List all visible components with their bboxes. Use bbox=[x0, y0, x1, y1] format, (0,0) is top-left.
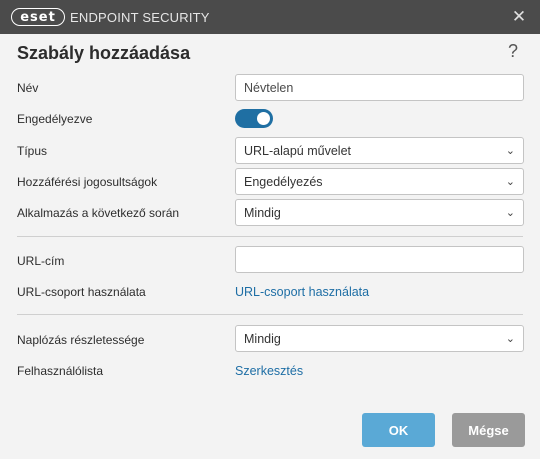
divider bbox=[17, 236, 523, 237]
enabled-toggle[interactable] bbox=[235, 109, 273, 128]
url-group-label: URL-csoport használata bbox=[17, 285, 146, 299]
close-icon[interactable]: ✕ bbox=[508, 6, 530, 28]
eset-logo: eset bbox=[11, 8, 65, 26]
dialog-title: Szabály hozzáadása bbox=[17, 43, 191, 63]
chevron-down-icon: ⌄ bbox=[505, 176, 515, 188]
product-name: ENDPOINT SECURITY bbox=[70, 10, 210, 25]
url-group-link[interactable]: URL-csoport használata bbox=[235, 285, 369, 299]
access-select[interactable]: Engedélyezés ⌄ bbox=[235, 168, 524, 195]
toggle-knob bbox=[257, 112, 270, 125]
name-label: Név bbox=[17, 81, 39, 95]
chevron-down-icon: ⌄ bbox=[505, 333, 515, 345]
url-input[interactable] bbox=[235, 246, 524, 273]
userlist-label: Felhasználólista bbox=[17, 364, 104, 378]
chevron-down-icon: ⌄ bbox=[505, 207, 515, 219]
cancel-button[interactable]: Mégse bbox=[452, 413, 525, 447]
type-select-value: URL-alapú művelet bbox=[244, 143, 351, 158]
type-select[interactable]: URL-alapú művelet ⌄ bbox=[235, 137, 524, 164]
url-label: URL-cím bbox=[17, 254, 65, 268]
add-rule-dialog: eset ENDPOINT SECURITY ✕ Szabály hozzáad… bbox=[0, 0, 540, 459]
apply-select[interactable]: Mindig ⌄ bbox=[235, 199, 524, 226]
title-bar: eset ENDPOINT SECURITY ✕ bbox=[0, 0, 540, 34]
access-select-value: Engedélyezés bbox=[244, 174, 323, 189]
name-input[interactable]: Névtelen bbox=[235, 74, 524, 101]
apply-select-value: Mindig bbox=[244, 205, 281, 220]
apply-label: Alkalmazás a következő során bbox=[17, 206, 180, 220]
logging-select-value: Mindig bbox=[244, 331, 281, 346]
chevron-down-icon: ⌄ bbox=[505, 145, 515, 157]
ok-button[interactable]: OK bbox=[362, 413, 435, 447]
logging-select[interactable]: Mindig ⌄ bbox=[235, 325, 524, 352]
type-label: Típus bbox=[17, 144, 48, 158]
access-label: Hozzáférési jogosultságok bbox=[17, 175, 158, 189]
help-icon[interactable]: ? bbox=[508, 41, 518, 62]
enabled-label: Engedélyezve bbox=[17, 112, 93, 126]
divider bbox=[17, 314, 523, 315]
logging-label: Naplózás részletessége bbox=[17, 333, 145, 347]
name-input-value: Névtelen bbox=[244, 80, 294, 95]
userlist-edit-link[interactable]: Szerkesztés bbox=[235, 364, 303, 378]
